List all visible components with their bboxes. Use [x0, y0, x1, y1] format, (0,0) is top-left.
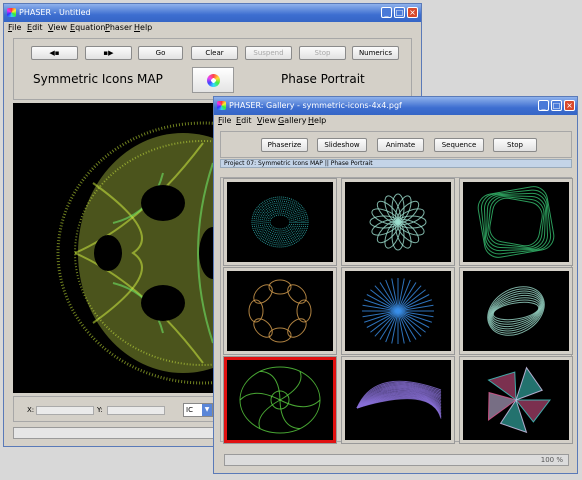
animate-button[interactable]: Animate: [377, 138, 424, 152]
project-info-text: Project 07: Symmetric Icons MAP || Phase…: [224, 160, 373, 167]
menu-equation[interactable]: Equation: [70, 23, 105, 32]
slideshow-button[interactable]: Slideshow: [317, 138, 367, 152]
sequence-button[interactable]: Sequence: [434, 138, 484, 152]
menu-phaser[interactable]: Phaser: [105, 23, 132, 32]
tile-thumbnail: [248, 279, 312, 343]
gallery-progress-fill: [225, 455, 568, 465]
main-title: PHASER - Untitled: [19, 8, 91, 17]
gallery-tile[interactable]: [341, 267, 455, 355]
gallery-tile[interactable]: [341, 178, 455, 266]
tile-thumbnail: [356, 380, 442, 419]
ic-select-value: IC: [186, 406, 193, 414]
gallery-tile[interactable]: [459, 178, 573, 266]
close-icon[interactable]: ×: [407, 7, 418, 18]
step-back-button[interactable]: ◀▪: [31, 46, 78, 60]
gallery-tile[interactable]: [459, 267, 573, 355]
phase-portrait-plot: [56, 121, 221, 385]
menu-edit[interactable]: Edit: [236, 116, 252, 125]
minimize-icon[interactable]: _: [381, 7, 392, 18]
tile-thumbnail: [251, 196, 309, 248]
gallery-grid: [220, 177, 573, 444]
tile-thumbnail: [477, 186, 555, 258]
menu-gallery[interactable]: Gallery: [278, 116, 307, 125]
main-titlebar[interactable]: PHASER - Untitled _ □ ×: [4, 4, 421, 22]
gallery-window: PHASER: Gallery - symmetric-icons-4x4.pg…: [213, 96, 578, 474]
gallery-progress-text: 100 %: [540, 456, 563, 464]
close-icon[interactable]: ×: [564, 100, 575, 111]
main-toolbar-panel: ◀▪ ▪▶ Go Clear Suspend Stop Numerics Sym…: [13, 38, 412, 100]
project-info-bar: Project 07: Symmetric Icons MAP || Phase…: [220, 159, 572, 168]
map-name-label: Symmetric Icons MAP: [33, 72, 163, 86]
menu-edit[interactable]: Edit: [27, 23, 43, 32]
clear-button[interactable]: Clear: [191, 46, 238, 60]
tile-thumbnail: [487, 366, 552, 434]
color-wheel-icon: [207, 74, 220, 87]
gallery-tile[interactable]: [223, 178, 337, 266]
gallery-tile[interactable]: [341, 356, 455, 444]
stop-button[interactable]: Stop: [493, 138, 537, 152]
stop-button[interactable]: Stop: [299, 46, 346, 60]
menu-help[interactable]: Help: [134, 23, 152, 32]
minimize-icon[interactable]: _: [538, 100, 549, 111]
tile-thumbnail: [362, 278, 434, 344]
phase-portrait-canvas[interactable]: [13, 103, 221, 393]
color-wheel-button[interactable]: [192, 67, 234, 93]
phaserize-button[interactable]: Phaserize: [261, 138, 308, 152]
menu-file[interactable]: File: [218, 116, 231, 125]
gallery-titlebar[interactable]: PHASER: Gallery - symmetric-icons-4x4.pg…: [214, 97, 577, 115]
gallery-progress-bar: 100 %: [224, 454, 569, 466]
gallery-tile[interactable]: [223, 267, 337, 355]
y-label: Y:: [97, 406, 103, 414]
menu-view[interactable]: View: [48, 23, 67, 32]
step-forward-button[interactable]: ▪▶: [85, 46, 132, 60]
main-menubar: File Edit View Equation Phaser Help: [4, 22, 421, 35]
view-label: Phase Portrait: [281, 72, 365, 86]
app-icon: [217, 101, 226, 110]
menu-help[interactable]: Help: [308, 116, 326, 125]
gallery-tile[interactable]: [223, 356, 337, 444]
menu-view[interactable]: View: [257, 116, 276, 125]
app-icon: [7, 8, 16, 17]
tile-thumbnail: [487, 286, 545, 336]
gallery-menubar: File Edit View Gallery Help: [214, 115, 577, 128]
tile-thumbnail: [239, 366, 321, 434]
ic-select[interactable]: IC ▼: [183, 403, 213, 417]
y-field[interactable]: [107, 406, 165, 415]
x-label: X:: [27, 406, 35, 414]
tile-thumbnail: [369, 193, 427, 251]
numerics-button[interactable]: Numerics: [352, 46, 399, 60]
suspend-button[interactable]: Suspend: [245, 46, 292, 60]
gallery-title: PHASER: Gallery - symmetric-icons-4x4.pg…: [229, 101, 402, 110]
x-field[interactable]: [36, 406, 94, 415]
maximize-icon[interactable]: □: [394, 7, 405, 18]
gallery-toolbar-panel: Phaserize Slideshow Animate Sequence Sto…: [220, 131, 572, 158]
maximize-icon[interactable]: □: [551, 100, 562, 111]
menu-file[interactable]: File: [8, 23, 21, 32]
go-button[interactable]: Go: [138, 46, 183, 60]
gallery-tile[interactable]: [459, 356, 573, 444]
chevron-down-icon[interactable]: ▼: [202, 404, 212, 416]
